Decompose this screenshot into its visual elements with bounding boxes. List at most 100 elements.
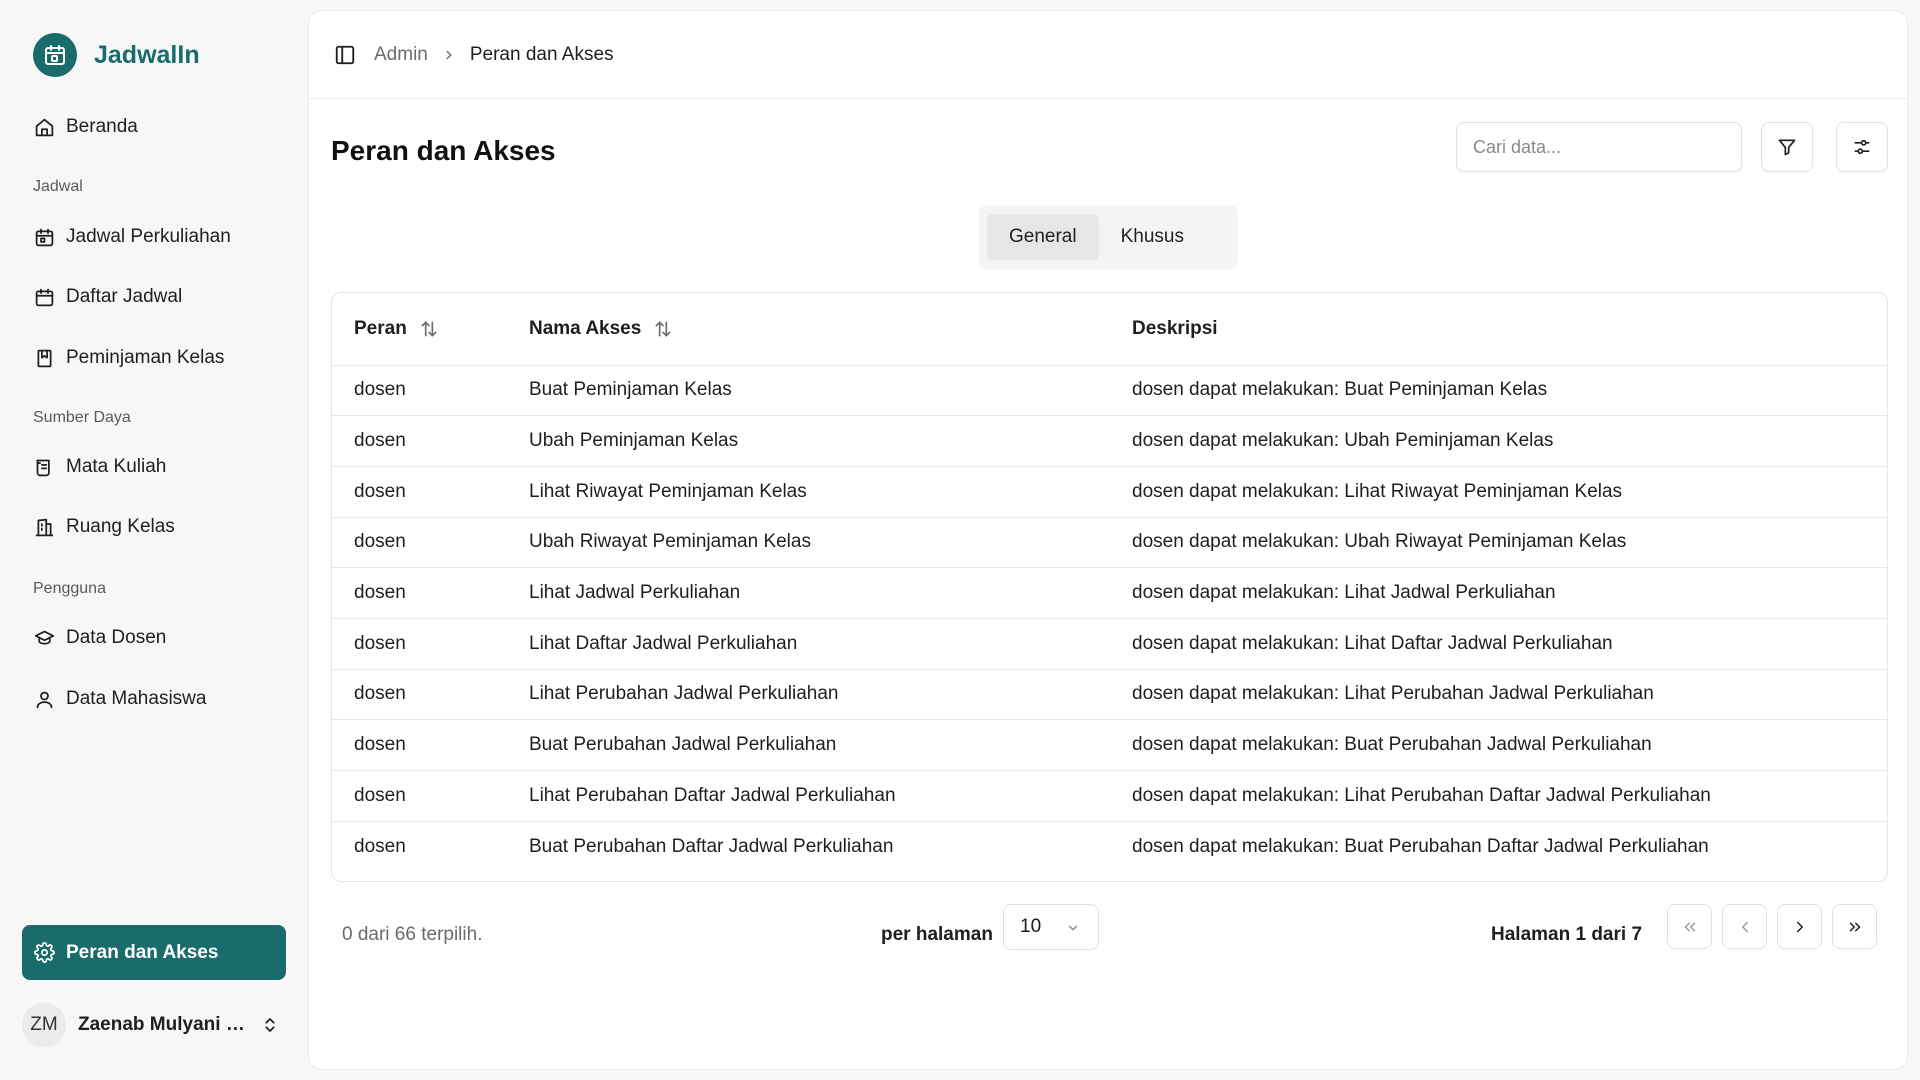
settings-button[interactable] [1836,122,1888,172]
chevron-right-icon [442,48,456,62]
table-row[interactable]: dosen Lihat Riwayat Peminjaman Kelas dosen… [332,466,1887,517]
chevron-down-icon [1066,921,1080,935]
sidebar-item-mata-kuliah[interactable]: Mata Kuliah [22,441,286,493]
table-row[interactable]: dosen Lihat Jadwal Perkuliahan dosen dapat… [332,567,1887,619]
next-page-button[interactable] [1777,904,1822,949]
cell-deskripsi: dosen dapat melakukan: Ubah Peminjaman K… [1132,430,1554,452]
user-name: Zaenab Mulyani M... [78,1014,253,1035]
book-icon [33,347,55,369]
chevron-right-icon [1791,918,1809,936]
sidebar-item-beranda[interactable]: Beranda [22,101,286,153]
tab-khusus[interactable]: Khusus [1099,214,1206,260]
cell-deskripsi: dosen dapat melakukan: Lihat Perubahan J… [1132,683,1654,705]
table-row[interactable]: dosen Buat Perubahan Jadwal Perkuliahan do… [332,719,1887,771]
breadcrumb-current: Peran dan Akses [469,43,614,65]
previous-page-button[interactable] [1722,904,1767,949]
cell-nama-akses: Lihat Daftar Jadwal Perkuliahan [529,632,798,654]
cell-peran: dosen [354,835,406,857]
last-page-button[interactable] [1832,904,1877,949]
column-header-peran: Peran [332,293,507,365]
table-row[interactable]: dosen Lihat Perubahan Jadwal Perkuliahan d… [332,669,1887,720]
sidebar-item-data-mahasiswa[interactable]: Data Mahasiswa [22,673,286,725]
cell-peran: dosen [354,784,406,806]
building-icon [33,516,55,538]
first-page-button[interactable] [1667,904,1712,949]
home-icon [33,116,55,138]
sidebar-item-peran-dan-akses[interactable]: Peran dan Akses [22,925,286,980]
cell-peran: dosen [354,379,406,401]
filter-button[interactable] [1761,122,1813,172]
scroll-icon [33,456,55,478]
cell-nama-akses: Lihat Riwayat Peminjaman Kelas [529,480,807,502]
cell-deskripsi: dosen dapat melakukan: Lihat Daftar Jadw… [1132,632,1613,654]
sidebar-item-jadwal-perkuliahan[interactable]: Jadwal Perkuliahan [22,211,286,263]
sidebar-item-peminjaman-kelas[interactable]: Peminjaman Kelas [22,332,286,384]
table-row[interactable]: dosen Buat Perubahan Daftar Jadwal Perkul… [332,821,1887,872]
chevrons-left-icon [1681,918,1699,936]
cell-peran: dosen [354,430,406,452]
sidebar-item-label: Ruang Kelas [66,516,175,537]
chevron-up-down-icon [261,1016,279,1034]
cell-peran: dosen [354,683,406,705]
sidebar-item-daftar-jadwal[interactable]: Daftar Jadwal [22,271,286,323]
per-page-select[interactable]: 10 [1003,904,1099,950]
sidebar-group-label: Sumber Daya [33,409,131,426]
column-header-label: Deskripsi [1132,317,1218,339]
sort-icon[interactable] [653,319,673,339]
cell-deskripsi: dosen dapat melakukan: Ubah Riwayat Pemi… [1132,531,1627,553]
cell-deskripsi: dosen dapat melakukan: Lihat Perubahan D… [1132,784,1711,806]
cell-deskripsi: dosen dapat melakukan: Lihat Riwayat Pem… [1132,480,1623,502]
cell-nama-akses: Lihat Perubahan Daftar Jadwal Perkuliaha… [529,784,896,806]
sidebar-item-data-dosen[interactable]: Data Dosen [22,612,286,664]
calendar-icon [33,33,77,77]
cell-nama-akses: Ubah Riwayat Peminjaman Kelas [529,531,811,553]
sidebar-group-label: Jadwal [33,178,83,195]
column-header-nama-akses: Nama Akses [507,293,1110,365]
chevron-left-icon [1736,918,1754,936]
sort-icon[interactable] [419,319,439,339]
per-page-label: per halaman [881,924,993,945]
table-row[interactable]: dosen Ubah Riwayat Peminjaman Kelas dosen … [332,517,1887,568]
tab-general[interactable]: General [987,214,1099,260]
calendar-icon [33,226,55,248]
cell-peran: dosen [354,632,406,654]
breadcrumb: Admin Peran dan Akses [356,44,614,66]
sidebar-item-label: Peminjaman Kelas [66,347,225,368]
sidebar-item-label: Data Mahasiswa [66,688,207,709]
app-name: JadwalIn [94,40,200,69]
cell-peran: dosen [354,582,406,604]
breadcrumb-admin[interactable]: Admin [374,44,428,66]
cell-deskripsi: dosen dapat melakukan: Buat Perubahan Da… [1132,835,1709,857]
sidebar-item-label: Jadwal Perkuliahan [66,226,231,247]
main-panel: Admin Peran dan Akses Peran dan Akses Ge… [308,10,1908,1070]
cell-nama-akses: Buat Perubahan Jadwal Perkuliahan [529,734,837,756]
cell-peran: dosen [354,480,406,502]
cell-peran: dosen [354,734,406,756]
cell-deskripsi: dosen dapat melakukan: Buat Perubahan Ja… [1132,734,1652,756]
sidebar-item-label: Beranda [66,116,138,137]
cell-nama-akses: Buat Peminjaman Kelas [529,379,732,401]
brand[interactable]: JadwalIn [33,33,200,77]
table-row[interactable]: dosen Lihat Daftar Jadwal Perkuliahan dose… [332,618,1887,669]
table-row[interactable]: dosen Ubah Peminjaman Kelas dosen dapat me… [332,415,1887,467]
sidebar-item-ruang-kelas[interactable]: Ruang Kelas [22,501,286,553]
panel-left-icon[interactable] [334,44,356,66]
cell-nama-akses: Ubah Peminjaman Kelas [529,430,739,452]
calendar-icon [33,286,55,308]
sidebar-item-label: Peran dan Akses [66,941,219,963]
cell-deskripsi: dosen dapat melakukan: Buat Peminjaman K… [1132,379,1548,401]
tab-list: General Khusus [979,205,1238,269]
sidebar-group-label: Pengguna [33,580,106,597]
column-header-label: Peran [354,317,407,339]
column-header-label: Nama Akses [529,317,642,339]
cell-peran: dosen [354,531,406,553]
sidebar: JadwalIn Beranda Jadwal Jadwal Perkuliah… [0,0,305,1080]
sidebar-item-label: Mata Kuliah [66,456,167,477]
user-menu[interactable]: ZM Zaenab Mulyani M... [22,1003,286,1047]
table-row[interactable]: dosen Buat Peminjaman Kelas dosen dapat me… [332,365,1887,416]
search-input[interactable] [1456,122,1742,172]
topbar: Admin Peran dan Akses [309,11,1907,99]
table-row[interactable]: dosen Lihat Perubahan Daftar Jadwal Perku… [332,770,1887,822]
chevrons-right-icon [1846,918,1864,936]
filter-icon [1777,137,1797,157]
